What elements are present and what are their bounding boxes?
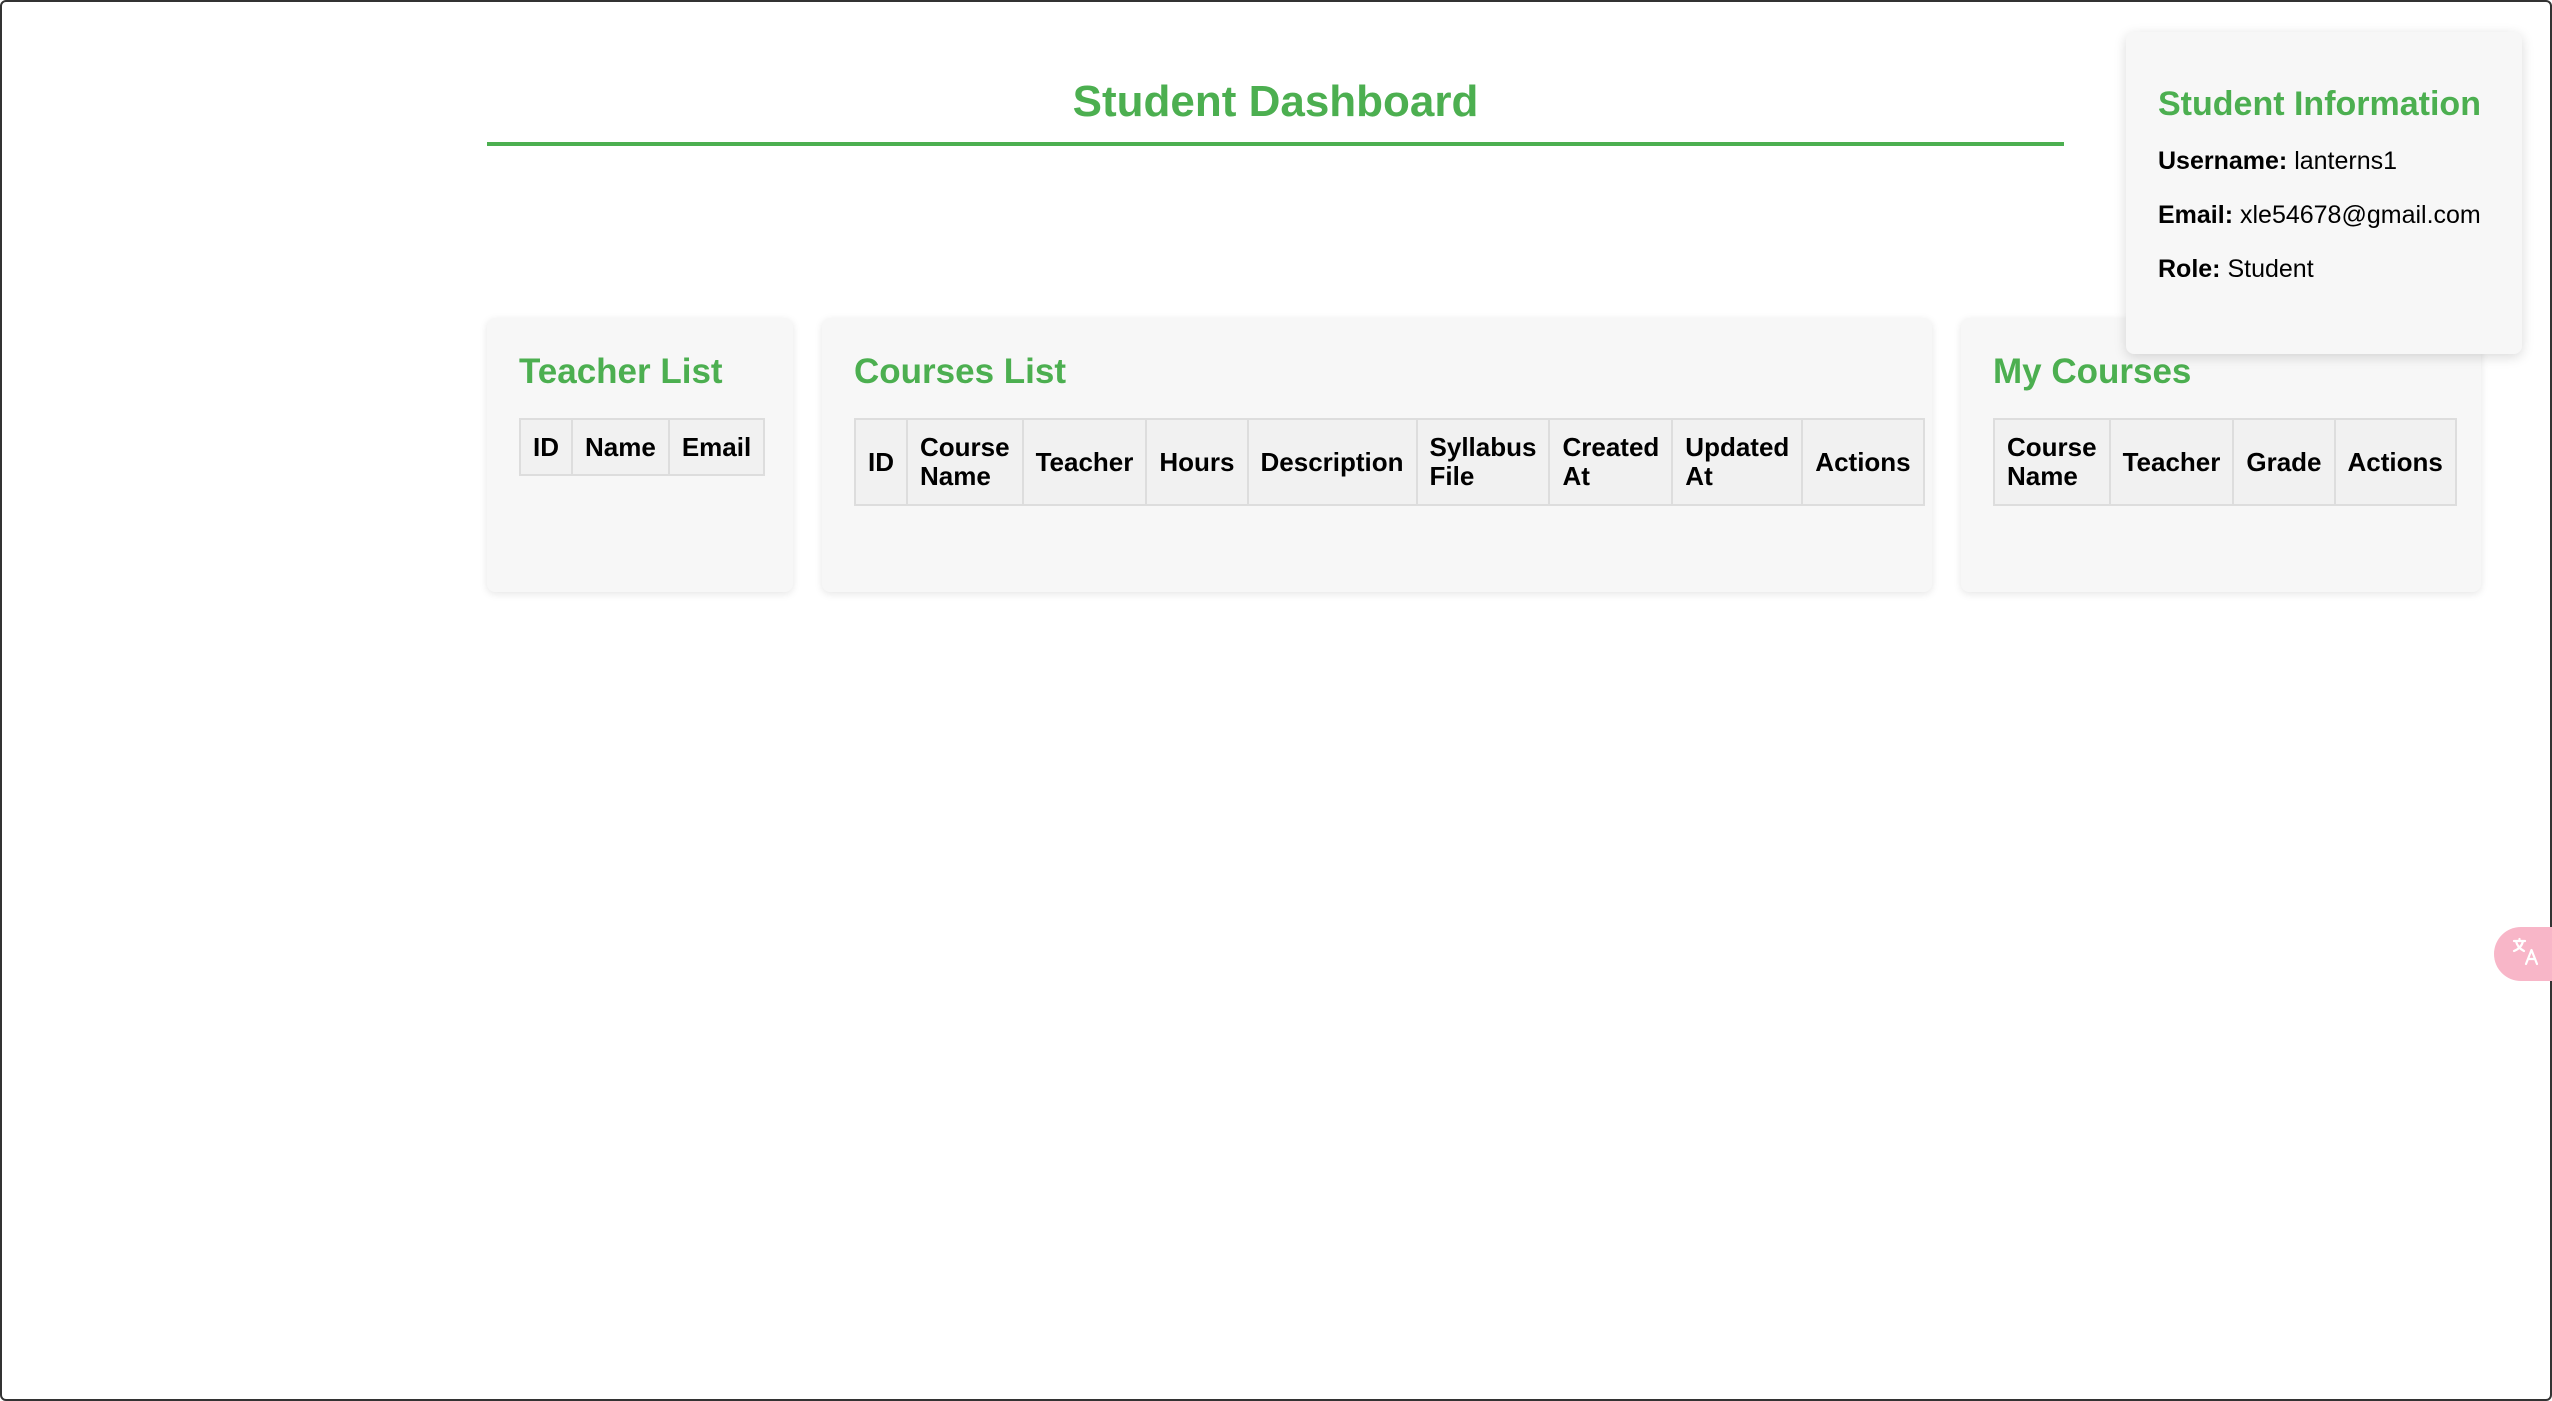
- teacher-list-card: Teacher List ID Name Email: [487, 318, 793, 592]
- column-header-actions: Actions: [2333, 418, 2457, 506]
- column-header-syllabus-file: Syllabus File: [1415, 418, 1551, 506]
- username-label: Username:: [2158, 147, 2288, 175]
- page-header: Student Dashboard: [487, 70, 2064, 146]
- role-row: Role: Student: [2158, 254, 2490, 284]
- column-header-updated-at: Updated At: [1671, 418, 1804, 506]
- column-header-id: ID: [854, 418, 908, 506]
- column-header-description: Description: [1246, 418, 1418, 506]
- column-header-teacher: Teacher: [2108, 418, 2235, 506]
- courses-list-title: Courses List: [854, 352, 1066, 391]
- email-label: Email:: [2158, 201, 2234, 229]
- my-courses-table: Course Name Teacher Grade Actions: [1993, 418, 2457, 506]
- table-header-row: Course Name Teacher Grade Actions: [1993, 418, 2457, 506]
- column-header-created-at: Created At: [1548, 418, 1674, 506]
- page-title: Student Dashboard: [1072, 77, 1479, 126]
- table-header-row: ID Course Name Teacher Hours Description…: [854, 418, 1925, 506]
- my-courses-title: My Courses: [1993, 352, 2192, 391]
- teacher-list-title: Teacher List: [519, 352, 723, 391]
- translate-icon: [2511, 937, 2541, 972]
- column-header-actions: Actions: [1801, 418, 1925, 506]
- column-header-email: Email: [667, 418, 766, 476]
- email-row: Email: xle54678@gmail.com: [2158, 200, 2490, 230]
- courses-list-card: Courses List ID Course Name Teacher Hour…: [822, 318, 1932, 592]
- column-header-hours: Hours: [1145, 418, 1249, 506]
- username-value: lanterns1: [2294, 147, 2398, 175]
- courses-table: ID Course Name Teacher Hours Description…: [854, 418, 1925, 506]
- column-header-teacher: Teacher: [1021, 418, 1148, 506]
- username-row: Username: lanterns1: [2158, 146, 2490, 176]
- column-header-course-name: Course Name: [1993, 418, 2111, 506]
- role-label: Role:: [2158, 255, 2221, 283]
- column-header-grade: Grade: [2232, 418, 2336, 506]
- student-info-title: Student Information: [2158, 85, 2481, 123]
- student-info-panel: Student Information Username: lanterns1 …: [2126, 32, 2522, 354]
- translate-button[interactable]: [2494, 927, 2552, 981]
- table-header-row: ID Name Email: [519, 418, 766, 476]
- column-header-name: Name: [571, 418, 670, 476]
- email-value: xle54678@gmail.com: [2239, 201, 2481, 229]
- teacher-table: ID Name Email: [519, 418, 766, 476]
- column-header-course-name: Course Name: [906, 418, 1024, 506]
- column-header-id: ID: [519, 418, 573, 476]
- my-courses-card: My Courses Course Name Teacher Grade Act…: [1961, 318, 2481, 592]
- role-value: Student: [2227, 255, 2314, 283]
